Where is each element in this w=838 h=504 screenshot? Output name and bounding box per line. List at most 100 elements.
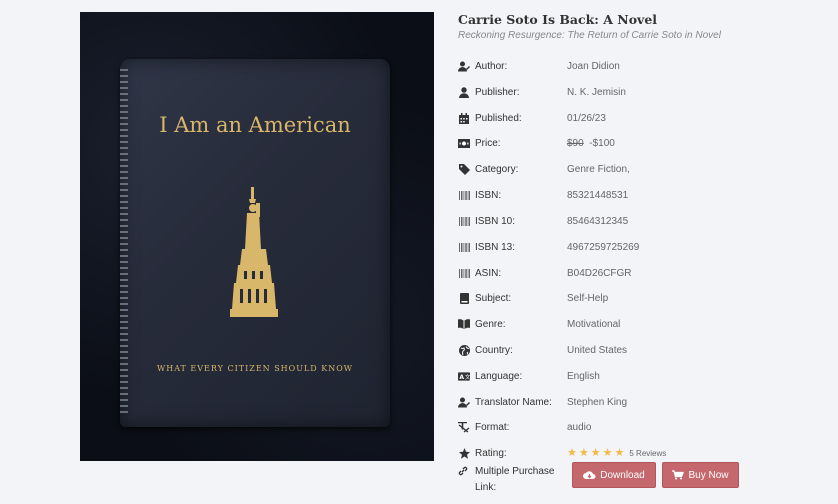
detail-value-isbn-13: 4967259725269	[567, 241, 640, 253]
detail-value-country: United States	[567, 344, 628, 356]
money-icon	[458, 137, 470, 149]
detail-row-rating: Rating: ★ ★ ★ ★ ★ 5 Reviews	[458, 443, 828, 463]
book-title: Carrie Soto Is Back: A Novel	[458, 12, 658, 27]
detail-row-genre: Genre: Motivational	[458, 314, 828, 334]
detail-label-price: Price:	[458, 137, 567, 149]
detail-label-text: ISBN 13:	[475, 241, 516, 253]
book-subtitle: Reckoning Resurgence: The Return of Carr…	[458, 30, 721, 41]
barcode-icon	[458, 267, 470, 279]
detail-value-category: Genre Fiction,	[567, 163, 630, 175]
detail-label-category: Category:	[458, 163, 567, 175]
multiple-purchase-line2: Link:	[475, 482, 497, 493]
detail-label-text: Rating:	[475, 447, 507, 459]
detail-label-format: Format:	[458, 421, 567, 433]
rating-value: ★ ★ ★ ★ ★ 5 Reviews	[567, 446, 667, 459]
detail-label-text: Translator Name:	[475, 396, 552, 408]
multiple-purchase-line1: Multiple Purchase	[475, 466, 555, 477]
link-icon	[458, 466, 470, 478]
detail-label-published: Published:	[458, 112, 567, 124]
detail-label-text: Subject:	[475, 292, 512, 304]
detail-row-language: A 文 Language: English	[458, 366, 828, 386]
detail-label-text: Author:	[475, 60, 508, 72]
barcode-icon	[458, 189, 470, 201]
detail-label-language: A 文 Language:	[458, 370, 567, 382]
detail-value-author: Joan Didion	[567, 60, 620, 72]
detail-label-text: Publisher:	[475, 86, 520, 98]
detail-row-isbn-10: ISBN 10: 85464312345	[458, 211, 828, 231]
text-format-icon	[458, 421, 470, 433]
cover-tagline: WHAT EVERY CITIZEN SHOULD KNOW	[157, 364, 353, 373]
rating-stars: ★ ★ ★ ★ ★	[567, 446, 625, 459]
buy-now-label: Buy Now	[688, 469, 729, 481]
user-edit-icon	[458, 60, 470, 72]
detail-value-publisher: N. K. Jemisin	[567, 86, 626, 98]
detail-label-author: Author:	[458, 60, 567, 72]
rating-star-icon: ★	[567, 446, 577, 459]
review-count: 5 Reviews	[629, 448, 667, 458]
rating-star-icon: ★	[614, 446, 625, 459]
multiple-purchase-label: Multiple Purchase Link:	[458, 464, 568, 496]
detail-row-country: Country: United States	[458, 340, 828, 360]
detail-label-publisher: Publisher:	[458, 86, 567, 98]
old-price: $90	[567, 137, 584, 149]
detail-label-isbn-13: ISBN 13:	[458, 241, 567, 253]
detail-label-isbn: ISBN:	[458, 189, 567, 201]
detail-value-translator-name: Stephen King	[567, 396, 628, 408]
cart-icon	[672, 470, 685, 480]
detail-value-isbn: 85321448531	[567, 189, 629, 201]
detail-label-text: Category:	[475, 163, 519, 175]
detail-row-author: Author: Joan Didion	[458, 56, 828, 76]
detail-label-translator-name: Translator Name:	[458, 396, 567, 408]
barcode-icon	[458, 241, 470, 253]
detail-label-text: ISBN:	[475, 189, 502, 201]
book-info-panel: Carrie Soto Is Back: A Novel Reckoning R…	[458, 12, 828, 493]
rating-star-icon: ★	[578, 446, 589, 459]
detail-value-language: English	[567, 370, 600, 382]
rating-star-icon: ★	[602, 446, 613, 459]
detail-row-price: Price: $90 -$100	[458, 133, 828, 153]
detail-label-text: Price:	[475, 137, 501, 149]
user-edit-icon	[458, 396, 470, 408]
detail-label-genre: Genre:	[458, 318, 567, 330]
detail-row-subject: Subject: Self-Help	[458, 288, 828, 308]
detail-row-format: Format: audio	[458, 417, 828, 437]
svg-text:文: 文	[465, 372, 470, 380]
detail-label-asin: ASIN:	[458, 267, 567, 279]
detail-row-asin: ASIN: B04D26CFGR	[458, 263, 828, 283]
detail-label-isbn-10: ISBN 10:	[458, 215, 567, 227]
detail-value-published: 01/26/23	[567, 112, 606, 124]
detail-label-text: Published:	[475, 112, 522, 124]
buy-now-button[interactable]: Buy Now	[662, 462, 739, 488]
detail-row-publisher: Publisher: N. K. Jemisin	[458, 82, 828, 102]
star-icon	[458, 447, 470, 459]
language-icon: A文	[458, 370, 470, 382]
price-value: $90 -$100	[567, 138, 615, 149]
download-button[interactable]: Download	[572, 462, 656, 488]
svg-text:A: A	[459, 373, 464, 380]
detail-value-format: audio	[567, 421, 592, 433]
detail-value-subject: Self-Help	[567, 292, 609, 304]
detail-row-isbn: ISBN: 85321448531	[458, 185, 828, 205]
download-label: Download	[600, 469, 645, 481]
detail-row-isbn-13: ISBN 13: 4967259725269	[458, 237, 828, 257]
detail-row-translator-name: Translator Name: Stephen King	[458, 392, 828, 412]
detail-value-genre: Motivational	[567, 318, 621, 330]
detail-label-text: ASIN:	[475, 267, 502, 279]
open-book-icon	[458, 318, 470, 330]
detail-label-text: ISBN 10:	[475, 215, 516, 227]
detail-label-text: Language:	[475, 370, 523, 382]
book-cover-image: I Am an American WHAT EVERY CITIZEN SHOU…	[80, 12, 434, 461]
cloud-download-icon	[583, 471, 596, 479]
cover-title: I Am an American	[159, 113, 351, 137]
detail-value-isbn-10: 85464312345	[567, 215, 629, 227]
barcode-icon	[458, 215, 470, 227]
detail-label-country: Country:	[458, 344, 567, 356]
rating-star-icon: ★	[590, 446, 601, 459]
detail-label-text: Country:	[475, 344, 513, 356]
detail-label-text: Format:	[475, 421, 510, 433]
book-icon	[458, 292, 470, 304]
detail-value-asin: B04D26CFGR	[567, 267, 632, 279]
detail-label-text: Genre:	[475, 318, 506, 330]
detail-row-published: Published: 01/26/23	[458, 108, 828, 128]
tag-icon	[458, 163, 470, 175]
